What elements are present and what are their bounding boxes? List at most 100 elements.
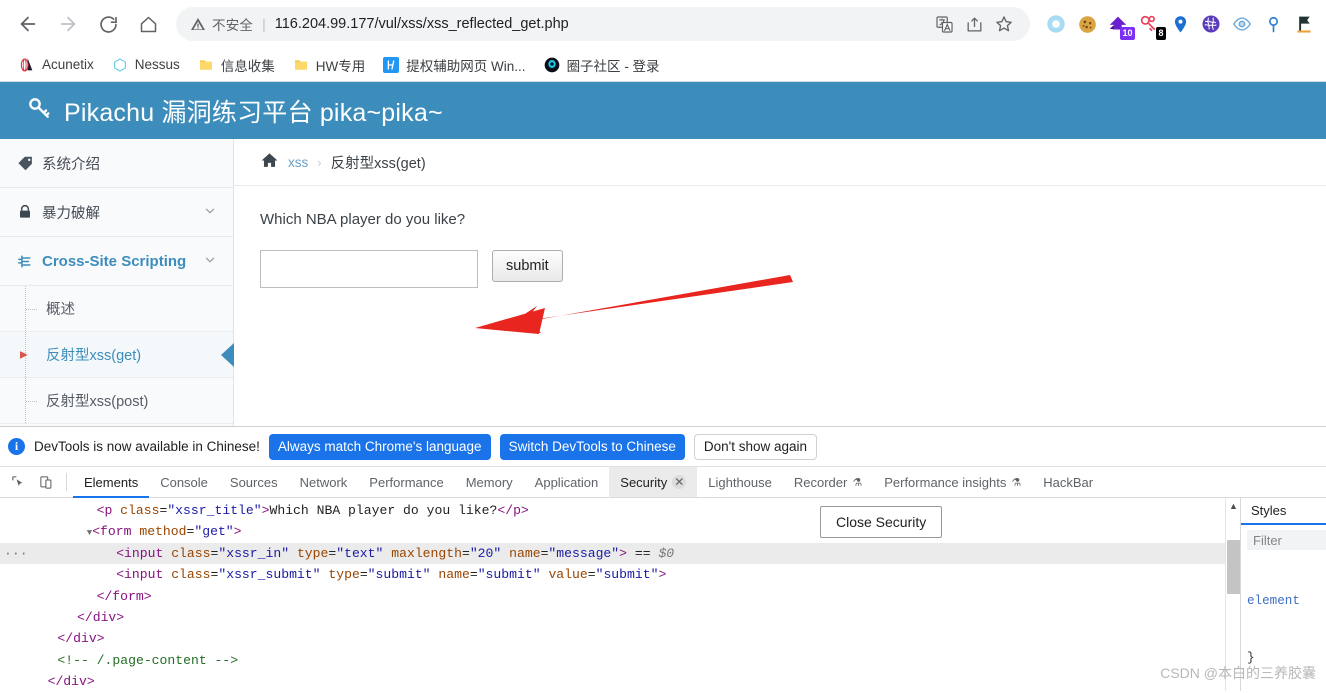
tab-sources[interactable]: Sources: [219, 467, 289, 497]
code-token: <form: [92, 524, 140, 540]
sidebar-subitem-reflected-xss-post[interactable]: 反射型xss(post): [0, 378, 233, 424]
line-p-title[interactable]: <p class="xssr_title">Which NBA player d…: [0, 500, 1225, 521]
code-token: =: [461, 545, 470, 561]
sidebar-item-system-intro[interactable]: 系统介绍: [0, 139, 233, 188]
bookmark-nessus[interactable]: Nessus: [103, 54, 189, 76]
line-menu-dots[interactable]: ···: [4, 543, 28, 564]
bookmark-privesc[interactable]: 提权辅助网页 Win...: [374, 52, 534, 78]
inspect-element-icon[interactable]: [4, 467, 32, 497]
code-token: class: [171, 545, 211, 561]
scrollbar-thumb[interactable]: [1227, 540, 1240, 594]
tab-styles[interactable]: Styles: [1251, 503, 1286, 518]
code-token: "xssr_submit": [218, 567, 321, 583]
flag-extension-icon[interactable]: [1290, 10, 1318, 38]
line-div-close-2[interactable]: </div>: [0, 628, 1225, 649]
web-page: Pikachu 漏洞练习平台 pika~pika~ 系统介绍 暴力破解 Cros…: [0, 82, 1326, 426]
close-security-button[interactable]: Close Security: [820, 506, 943, 538]
tab-elements[interactable]: Elements: [73, 467, 150, 498]
line-div-close-3[interactable]: </div>: [0, 671, 1225, 691]
code-token: type: [328, 567, 360, 583]
cookie-extension-icon[interactable]: [1073, 10, 1101, 38]
purple-arrow-extension-icon[interactable]: 10: [1104, 10, 1135, 40]
tab-network[interactable]: Network: [289, 467, 359, 497]
bookmarks-bar: Acunetix Nessus 信息收集 HW专用 提权辅助网页 Win... …: [0, 48, 1326, 82]
sidebar-item-cross-site-scripting[interactable]: Cross-Site Scripting: [0, 237, 233, 286]
ring-extension-icon[interactable]: [1042, 10, 1070, 38]
sidebar-item-brute-force[interactable]: 暴力破解: [0, 188, 233, 237]
tab-label: Lighthouse: [708, 474, 772, 490]
styles-filter-input[interactable]: Filter: [1247, 530, 1326, 550]
close-icon[interactable]: ✕: [672, 475, 687, 489]
location-pin-extension-icon[interactable]: [1166, 10, 1194, 38]
code-token: "submit": [477, 567, 541, 583]
tab-memory[interactable]: Memory: [455, 467, 524, 497]
elements-tree-panel[interactable]: <p class = "xssr_title" > Which NBA player d…: [0, 498, 1225, 691]
dark-circle-icon: [544, 57, 560, 73]
tab-security[interactable]: Security ✕: [609, 467, 698, 497]
tab-recorder[interactable]: Recorder ⚗: [783, 467, 873, 497]
message-input[interactable]: [260, 250, 478, 288]
address-bar[interactable]: 不安全 | 116.204.99.177/vul/xss/xss_reflect…: [176, 7, 1030, 41]
code-token: class: [120, 503, 160, 518]
line-div-close-1[interactable]: </div>: [0, 607, 1225, 628]
eye-extension-icon[interactable]: [1228, 10, 1256, 38]
home-icon[interactable]: [260, 151, 279, 174]
reload-button[interactable]: [88, 4, 128, 44]
breadcrumb-root-link[interactable]: xss: [288, 155, 308, 170]
purple-globe-extension-icon[interactable]: [1197, 10, 1225, 38]
list-icon: [16, 253, 34, 270]
back-button[interactable]: [8, 4, 48, 44]
red-key-extension-icon[interactable]: 8: [1135, 10, 1166, 40]
code-token: =: [359, 567, 368, 583]
forward-button[interactable]: [48, 4, 88, 44]
magnifier-extension-icon[interactable]: [1259, 10, 1287, 38]
tab-lighthouse[interactable]: Lighthouse: [697, 467, 783, 497]
chevron-down-icon: [203, 253, 217, 270]
bookmark-acunetix[interactable]: Acunetix: [10, 54, 103, 76]
breadcrumb: xss › 反射型xss(get): [234, 139, 1326, 186]
always-match-language-button[interactable]: Always match Chrome's language: [268, 433, 491, 460]
sidebar-item-label: 系统介绍: [42, 156, 100, 173]
sidebar-subitem-reflected-xss-get[interactable]: ▶ 反射型xss(get): [0, 332, 234, 378]
line-comment[interactable]: <!-- /.page-content -->: [0, 650, 1225, 671]
code-token: <input: [116, 545, 172, 561]
code-token: "xssr_title": [167, 503, 262, 518]
line-input-text[interactable]: ··· <input class="xssr_in" type="text" ma…: [0, 542, 1225, 565]
style-rule: element: [1247, 594, 1300, 608]
tab-hackbar[interactable]: HackBar: [1032, 467, 1104, 497]
sidebar-item-label: 暴力破解: [42, 205, 100, 222]
translate-icon[interactable]: [930, 10, 958, 38]
bookmark-label: HW专用: [315, 58, 366, 74]
home-button[interactable]: [128, 4, 168, 44]
dont-show-again-button[interactable]: Don't show again: [693, 433, 818, 460]
line-input-submit[interactable]: <input class="xssr_submit" type="submit"…: [0, 564, 1225, 585]
bookmark-star-icon[interactable]: [990, 10, 1018, 38]
line-form-open[interactable]: ▼<form method="get">: [0, 521, 1225, 542]
tab-performance-insights[interactable]: Performance insights ⚗: [873, 467, 1032, 497]
submit-button[interactable]: submit: [492, 250, 563, 282]
tab-performance[interactable]: Performance: [358, 467, 454, 497]
page-title: Pikachu 漏洞练习平台 pika~pika~: [64, 98, 443, 127]
sidebar-subitem-overview[interactable]: 概述: [0, 286, 233, 332]
extension-badge: 10: [1119, 27, 1135, 40]
dom-tree[interactable]: <p class = "xssr_title" > Which NBA player d…: [0, 498, 1225, 691]
tab-label: Memory: [465, 474, 513, 490]
bookmark-label: 提权辅助网页 Win...: [406, 58, 526, 74]
line-form-close[interactable]: </form>: [0, 586, 1225, 607]
switch-devtools-chinese-button[interactable]: Switch DevTools to Chinese: [499, 433, 685, 460]
sidebar-subitem-label: 反射型xss(post): [46, 394, 149, 410]
scroll-up-icon[interactable]: ▲: [1229, 501, 1238, 511]
tab-application[interactable]: Application: [524, 467, 610, 497]
share-icon[interactable]: [960, 10, 988, 38]
info-icon: i: [8, 438, 25, 455]
code-text: <input class="xssr_submit" type="submit"…: [0, 567, 666, 582]
device-toolbar-icon[interactable]: [32, 467, 60, 497]
tab-console[interactable]: Console: [149, 467, 219, 497]
bookmark-hw[interactable]: HW专用: [284, 52, 375, 78]
tab-label: Console: [160, 474, 208, 490]
bookmark-info-collection[interactable]: 信息收集: [189, 52, 284, 78]
bookmark-community-login[interactable]: 圈子社区 - 登录: [535, 52, 669, 78]
devtools-panel: i DevTools is now available in Chinese! …: [0, 426, 1326, 691]
code-token: </div>: [57, 631, 105, 647]
